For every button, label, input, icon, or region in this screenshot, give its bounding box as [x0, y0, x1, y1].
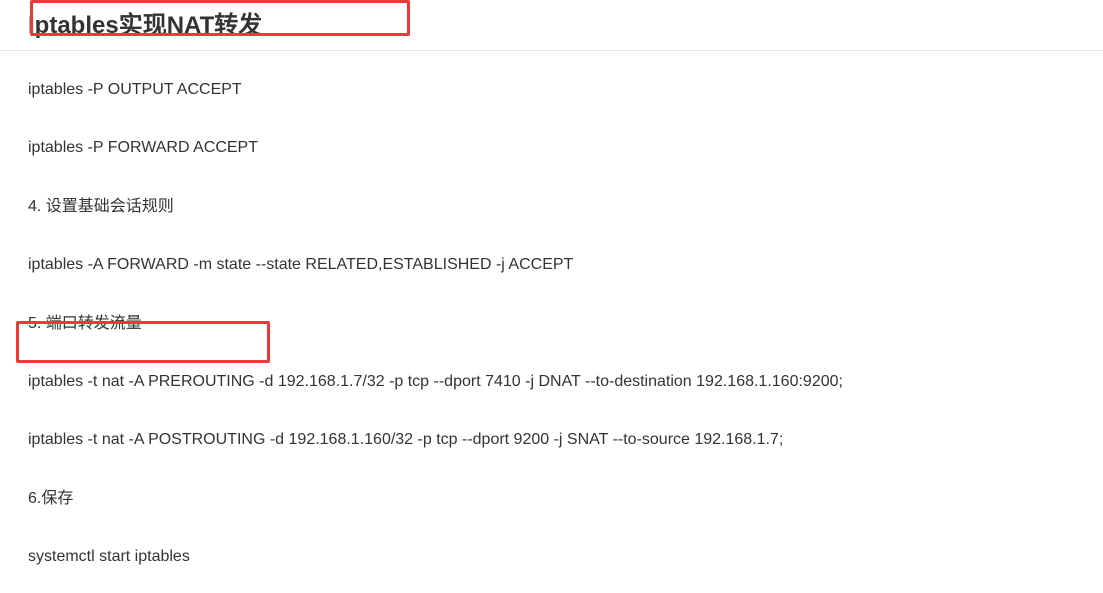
section-heading: 6.保存: [28, 488, 1075, 510]
content-area: iptables -P OUTPUT ACCEPT iptables -P FO…: [0, 51, 1103, 569]
section-heading: 4. 设置基础会话规则: [28, 196, 1075, 218]
section-heading: 5. 端口转发流量: [28, 313, 1075, 335]
code-line: systemctl start iptables: [28, 546, 1075, 568]
code-line: iptables -P FORWARD ACCEPT: [28, 137, 1075, 159]
code-line: iptables -t nat -A PREROUTING -d 192.168…: [28, 371, 1075, 393]
code-line: iptables -P OUTPUT ACCEPT: [28, 79, 1075, 101]
code-line: iptables -t nat -A POSTROUTING -d 192.16…: [28, 429, 1075, 451]
code-line: iptables -A FORWARD -m state --state REL…: [28, 254, 1075, 276]
header-bar: Iptables实现NAT转发: [0, 0, 1103, 51]
page-title: Iptables实现NAT转发: [28, 5, 1103, 40]
